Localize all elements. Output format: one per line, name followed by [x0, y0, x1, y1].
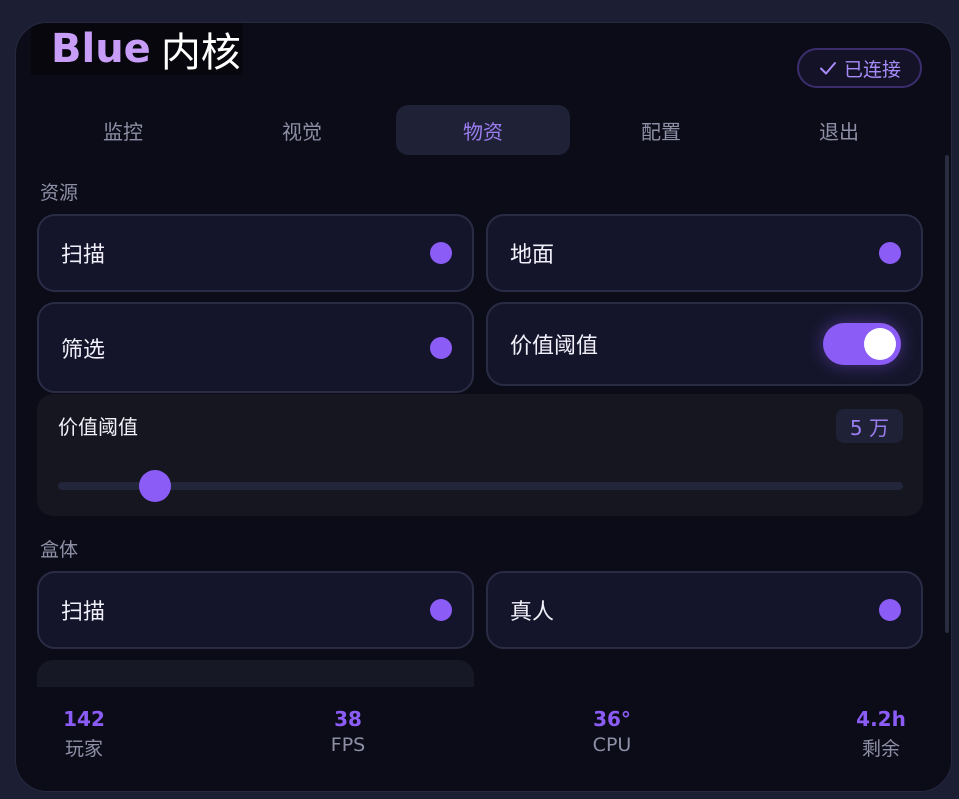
stat-fps: 38 FPS [278, 707, 418, 756]
connection-status-badge: 已连接 [797, 48, 922, 88]
resource-scan-label: 扫描 [61, 243, 106, 268]
check-icon [819, 62, 836, 75]
resource-ground-indicator[interactable] [879, 242, 901, 264]
box-real-person-indicator[interactable] [879, 599, 901, 621]
stat-cpu-value: 36° [593, 707, 631, 731]
slider-title: 价值阈值 [58, 415, 138, 439]
slider-track[interactable] [58, 470, 903, 502]
stat-remaining-value: 4.2h [856, 707, 906, 731]
tab-monitor[interactable]: 监控 [36, 105, 210, 155]
value-threshold-slider-card: 价值阈值 5 万 [37, 394, 923, 516]
box-scan-label: 扫描 [61, 600, 106, 625]
stat-cpu-label: CPU [592, 734, 632, 756]
stat-fps-label: FPS [330, 734, 366, 756]
switch-knob [864, 328, 896, 360]
resource-filter-label: 筛选 [61, 337, 106, 363]
resource-filter-toggle[interactable]: 筛选 [37, 302, 474, 393]
resource-scan-indicator[interactable] [430, 242, 452, 264]
slider-thumb[interactable] [139, 470, 172, 502]
box-real-person-toggle[interactable]: 真人 [486, 571, 923, 649]
stats-footer: 142 玩家 38 FPS 36° CPU 4.2h 剩余 [16, 687, 951, 791]
tab-visual[interactable]: 视觉 [215, 105, 389, 155]
scrollbar[interactable] [945, 155, 949, 633]
box-scan-indicator[interactable] [430, 599, 452, 621]
section-boxes-title: 盒体 [40, 539, 79, 561]
stat-cpu: 36° CPU [542, 707, 682, 756]
logo-core-text: 内核 [160, 30, 241, 76]
tab-bar: 监控 视觉 物资 配置 退出 [36, 105, 931, 155]
stat-fps-value: 38 [334, 707, 362, 731]
resource-ground-toggle[interactable]: 地面 [486, 214, 923, 292]
tab-supplies[interactable]: 物资 [396, 105, 570, 155]
stat-remaining: 4.2h 剩余 [811, 707, 951, 761]
value-threshold-card[interactable]: 价值阈值 [486, 302, 923, 386]
stat-players-value: 142 [63, 707, 105, 731]
logo: Blue 内核 [31, 23, 243, 76]
value-threshold-label: 价值阈值 [510, 334, 599, 359]
tab-exit[interactable]: 退出 [752, 105, 926, 155]
box-scan-toggle[interactable]: 扫描 [37, 571, 474, 649]
slider-value-badge: 5 万 [835, 409, 903, 443]
value-threshold-switch[interactable] [823, 323, 901, 365]
tab-config[interactable]: 配置 [574, 105, 748, 155]
connection-status-label: 已连接 [843, 58, 901, 81]
stat-players: 142 玩家 [16, 707, 154, 761]
stat-players-label: 玩家 [64, 738, 103, 760]
resource-ground-label: 地面 [510, 243, 555, 268]
section-resources-title: 资源 [40, 182, 79, 204]
resource-filter-indicator[interactable] [430, 336, 452, 359]
stat-remaining-label: 剩余 [861, 738, 900, 760]
box-real-person-label: 真人 [510, 600, 555, 625]
main-panel: Blue 内核 已连接 监控 视觉 物资 配置 退出 资源 扫描 地面 筛选 价… [15, 22, 952, 792]
logo-blue-text: Blue [51, 26, 151, 72]
resource-scan-toggle[interactable]: 扫描 [37, 214, 474, 292]
